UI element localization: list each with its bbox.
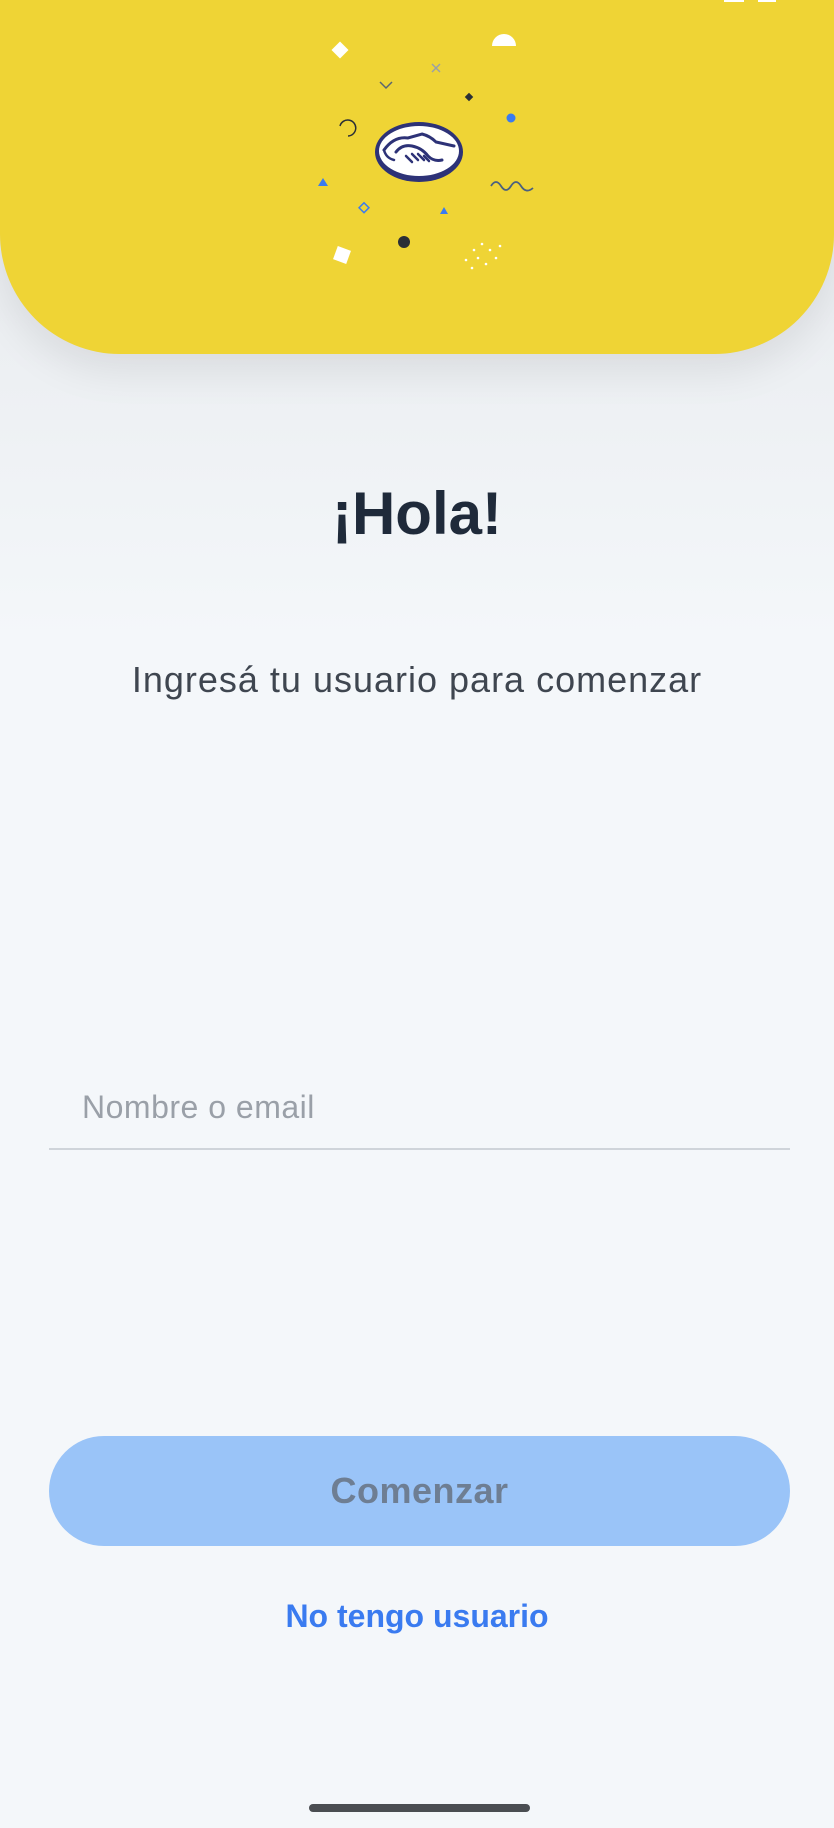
brand-logo-area [310, 30, 540, 280]
page-title: ¡Hola! [332, 480, 502, 547]
no-account-link[interactable]: No tengo usuario [0, 1598, 834, 1635]
username-field [49, 1065, 790, 1149]
login-screen: ¡Hola! Ingresá tu usuario para comenzar … [0, 0, 834, 1828]
status-left-icons [60, 0, 100, 2]
handshake-icon [375, 122, 463, 182]
username-input[interactable] [49, 1065, 790, 1149]
status-right-icons [724, 0, 776, 2]
status-bar [0, 0, 834, 6]
input-underline [49, 1148, 790, 1150]
page-subtitle: Ingresá tu usuario para comenzar [131, 659, 703, 700]
start-button[interactable]: Comenzar [49, 1436, 790, 1546]
brand-header [0, 0, 834, 354]
home-indicator[interactable] [309, 1804, 530, 1812]
